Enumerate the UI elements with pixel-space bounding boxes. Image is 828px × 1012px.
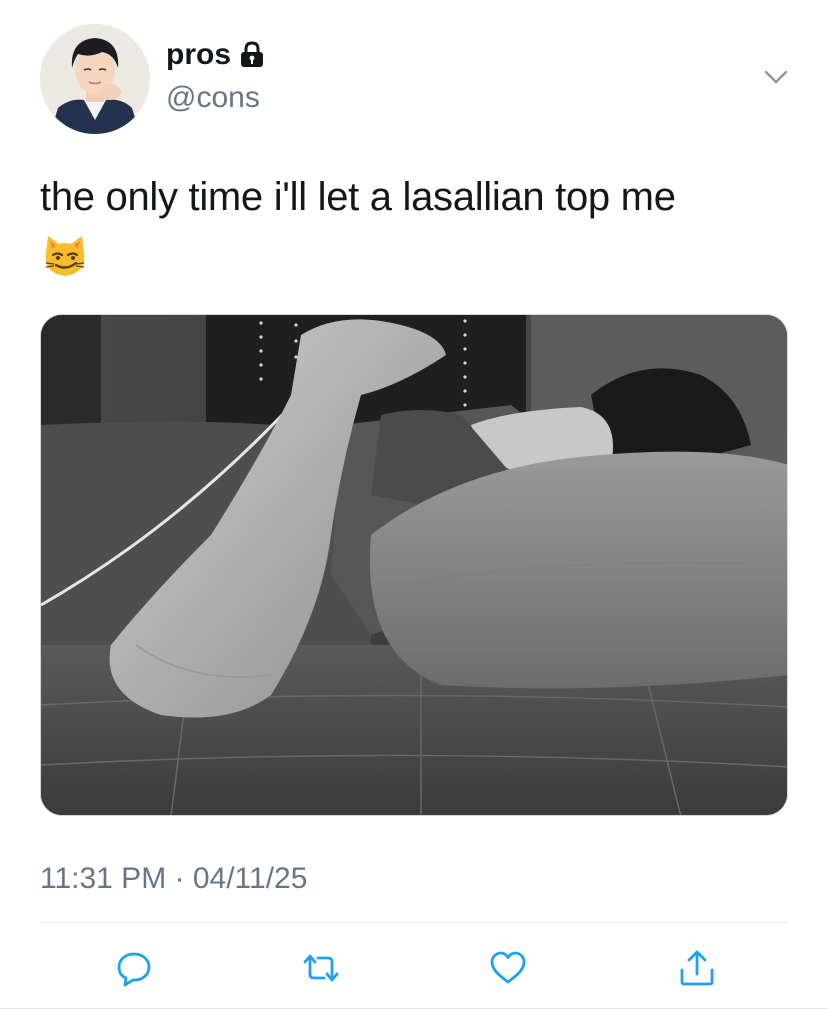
display-name-row[interactable]: pros	[166, 40, 265, 70]
smirking-cat-face-icon	[42, 233, 88, 279]
avatar[interactable]	[40, 24, 150, 134]
user-handle[interactable]: @cons	[166, 83, 260, 113]
reply-icon	[117, 952, 151, 987]
like-button[interactable]	[486, 946, 530, 990]
share-icon	[680, 950, 714, 986]
avatar-image	[40, 24, 150, 134]
share-button[interactable]	[675, 946, 719, 990]
retweet-button[interactable]	[299, 946, 343, 990]
divider	[40, 922, 788, 923]
tweet-text: the only time i'll let a lasallian top m…	[40, 175, 676, 219]
bottom-divider	[0, 1008, 828, 1009]
tweet-timestamp[interactable]: 11:31 PM · 04/11/25	[40, 864, 307, 894]
display-name[interactable]: pros	[166, 40, 231, 70]
photo-person-sleeping	[41, 315, 787, 815]
chevron-down-icon[interactable]	[760, 66, 792, 90]
retweet-icon	[303, 954, 339, 982]
reply-button[interactable]	[112, 946, 156, 990]
heart-icon	[490, 951, 526, 984]
tweet-media-image[interactable]	[40, 314, 788, 816]
lock-icon	[239, 41, 265, 69]
